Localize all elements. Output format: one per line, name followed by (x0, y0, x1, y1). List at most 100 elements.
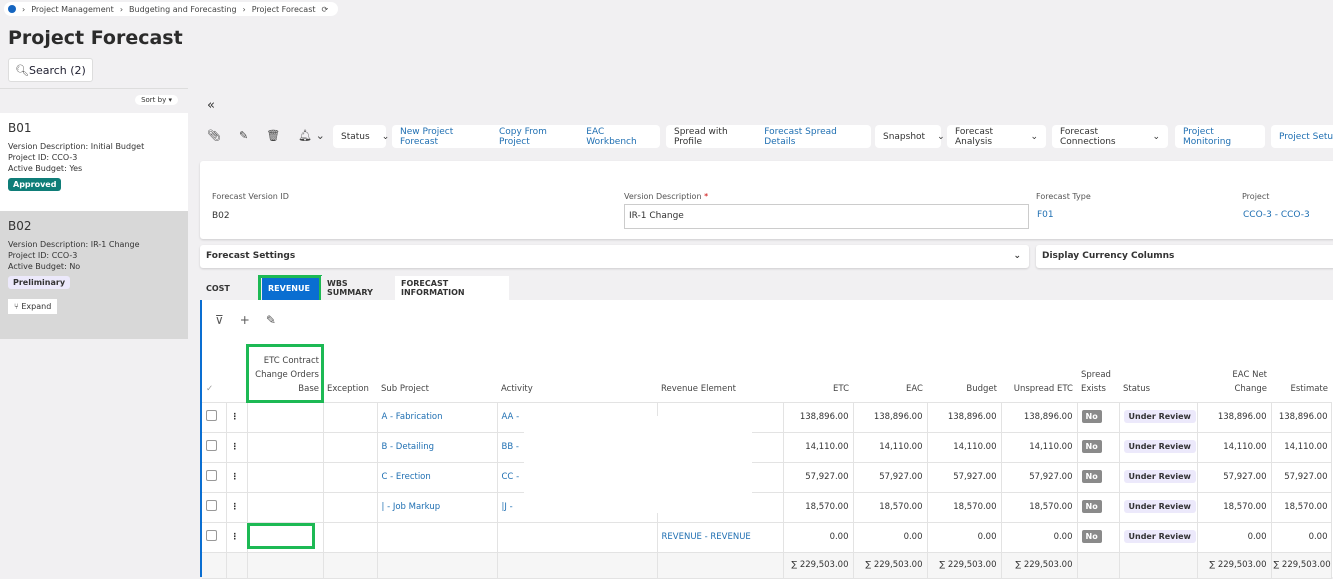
snapshot-menu[interactable]: Snapshot ⌄ (875, 125, 945, 148)
table-row[interactable]: ⋮ REVENUE - REVENUE 0.00 0.00 0.00 0.00 No U… (202, 522, 1332, 553)
project-monitoring-button[interactable]: Project Monitoring (1175, 125, 1265, 148)
version-card-b01[interactable]: B01 Version Description: Initial Budget … (0, 113, 188, 211)
row-menu-icon[interactable]: ⋮ (226, 432, 248, 463)
tab-wbs-summary[interactable]: WBS SUMMARY (321, 276, 393, 300)
home-icon[interactable] (8, 5, 16, 13)
refresh-icon[interactable]: ⟳ (322, 5, 329, 14)
add-icon[interactable]: + (240, 313, 250, 327)
row-menu-icon[interactable]: ⋮ (226, 402, 248, 433)
etc-cco-base-cell[interactable] (247, 492, 324, 523)
search-icon: 🔍︎ (15, 63, 29, 77)
delete-icon[interactable]: 🗑︎ (266, 129, 280, 142)
col-budget[interactable]: Budget (927, 340, 1001, 403)
col-activity[interactable]: Activity (497, 340, 657, 403)
eac-net-change-cell: 0.00 (1197, 522, 1272, 553)
col-estimate[interactable]: Estimate (1271, 340, 1331, 403)
col-eac-net-change[interactable]: EAC Net Change (1197, 340, 1271, 403)
etc-cco-base-cell[interactable] (247, 432, 324, 463)
unspread-cell: 0.00 (1001, 522, 1078, 553)
version-card-b02[interactable]: B02 Version Description: IR-1 Change Pro… (0, 211, 188, 339)
forecast-settings-section[interactable]: Forecast Settings ⌄ (200, 245, 1029, 268)
etc-cell: 14,110.00 (783, 432, 854, 463)
row-menu-icon[interactable]: ⋮ (226, 462, 248, 493)
row-menu-icon[interactable]: ⋮ (226, 522, 248, 553)
version-description-input[interactable]: IR-1 Change (624, 204, 1029, 229)
spread-exists-badge: No (1081, 500, 1102, 513)
etc-total: ∑ 229,503.00 (783, 552, 854, 579)
sort-by-button[interactable]: Sort by ▾ (135, 95, 178, 105)
activity-link[interactable] (497, 522, 658, 553)
version-list: Sort by ▾ B01 Version Description: Initi… (0, 88, 188, 577)
project-setup-button[interactable]: Project Setup (1271, 125, 1333, 148)
row-checkbox[interactable] (206, 470, 217, 481)
col-eac[interactable]: EAC (853, 340, 927, 403)
totals-row: ∑ 229,503.00 ∑ 229,503.00 ∑ 229,503.00 ∑ 22… (202, 552, 1332, 579)
row-checkbox[interactable] (206, 530, 217, 541)
budget-cell: 18,570.00 (927, 492, 1002, 523)
new-forecast-button[interactable]: New Project Forecast (400, 127, 487, 147)
col-unspread-etc[interactable]: Unspread ETC (1001, 340, 1077, 403)
eac-workbench-button[interactable]: EAC Workbench (586, 127, 652, 147)
table-row[interactable]: ⋮ A - Fabrication AA - 138,896.00 138,896.… (202, 402, 1332, 433)
row-checkbox[interactable] (206, 410, 217, 421)
col-revenue-element[interactable]: Revenue Element (657, 340, 783, 403)
col-status[interactable]: Status (1119, 340, 1197, 403)
tab-cost[interactable]: COST (200, 276, 258, 300)
spread-with-profile-button[interactable]: Spread with Profile (674, 127, 752, 147)
select-all-checkbox[interactable]: ✓ (202, 340, 226, 403)
etc-cell: 0.00 (783, 522, 854, 553)
budget-total: ∑ 229,503.00 (927, 552, 1002, 579)
search-button[interactable]: 🔍︎ Search (2) (8, 58, 93, 82)
sub-project-link[interactable]: A - Fabrication (377, 402, 498, 433)
tab-forecast-information[interactable]: FORECAST INFORMATION (395, 276, 509, 300)
breadcrumb-item[interactable]: Budgeting and Forecasting (129, 5, 237, 14)
display-currency-columns-section[interactable]: Display Currency Columns (1036, 245, 1333, 268)
col-sub-project[interactable]: Sub Project (377, 340, 497, 403)
etc-cell: 138,896.00 (783, 402, 854, 433)
revenue-element-link[interactable]: REVENUE - REVENUE (657, 522, 784, 553)
filter-icon[interactable]: ⊽ (215, 313, 224, 327)
table-row[interactable]: ⋮ | - Job Markup |J - 18,570.00 18,570.00 1… (202, 492, 1332, 523)
edit-icon[interactable]: ✎ (239, 129, 248, 142)
exception-cell (323, 432, 378, 463)
sub-project-link[interactable]: B - Detailing (377, 432, 498, 463)
edit-icon[interactable]: ✎ (266, 313, 276, 327)
forecast-analysis-menu[interactable]: Forecast Analysis ⌄ (947, 125, 1046, 148)
table-row[interactable]: ⋮ C - Erection CC - 57,927.00 57,927.00 57,… (202, 462, 1332, 493)
redacted-area (524, 416, 752, 513)
row-checkbox[interactable] (206, 500, 217, 511)
sub-project-link[interactable] (377, 522, 498, 553)
row-checkbox[interactable] (206, 440, 217, 451)
breadcrumb: › Project Management › Budgeting and Fore… (4, 2, 339, 16)
col-exception[interactable]: Exception (323, 340, 377, 403)
sub-project-link[interactable]: C - Erection (377, 462, 498, 493)
forecast-type-link[interactable]: F01 (1037, 210, 1054, 220)
estimate-cell: 0.00 (1271, 522, 1332, 553)
forecast-spread-details-button[interactable]: Forecast Spread Details (764, 127, 863, 147)
attachment-icon[interactable]: 📎︎ (207, 129, 221, 142)
eac-net-change-cell: 14,110.00 (1197, 432, 1272, 463)
row-menu-icon[interactable]: ⋮ (226, 492, 248, 523)
copy-from-project-button[interactable]: Copy From Project (499, 127, 574, 147)
etc-cco-base-cell[interactable] (247, 402, 324, 433)
exception-cell (323, 462, 378, 493)
expand-button[interactable]: ⑂ Expand (8, 299, 58, 314)
col-spread-exists[interactable]: Spread Exists (1077, 340, 1119, 403)
page-title: Project Forecast (8, 27, 183, 49)
version-id: B02 (8, 219, 32, 233)
sub-project-link[interactable]: | - Job Markup (377, 492, 498, 523)
status-menu[interactable]: Status ⌄ (333, 125, 389, 148)
project-link[interactable]: CCO-3 - CCO-3 (1243, 210, 1310, 220)
spread-exists-badge: No (1081, 440, 1102, 453)
forecast-connections-menu[interactable]: Forecast Connections ⌄ (1052, 125, 1168, 148)
table-row[interactable]: ⋮ B - Detailing BB - 14,110.00 14,110.00 14… (202, 432, 1332, 463)
budget-cell: 0.00 (927, 522, 1002, 553)
collapse-icon[interactable]: « (207, 98, 215, 113)
eac-cell: 57,927.00 (853, 462, 928, 493)
estimate-cell: 18,570.00 (1271, 492, 1332, 523)
col-etc[interactable]: ETC (783, 340, 853, 403)
breadcrumb-item[interactable]: Project Management (31, 5, 114, 14)
eac-cell: 14,110.00 (853, 432, 928, 463)
etc-cco-base-cell[interactable] (247, 462, 324, 493)
bell-icon[interactable]: 🔔︎ ⌄ (298, 129, 325, 142)
